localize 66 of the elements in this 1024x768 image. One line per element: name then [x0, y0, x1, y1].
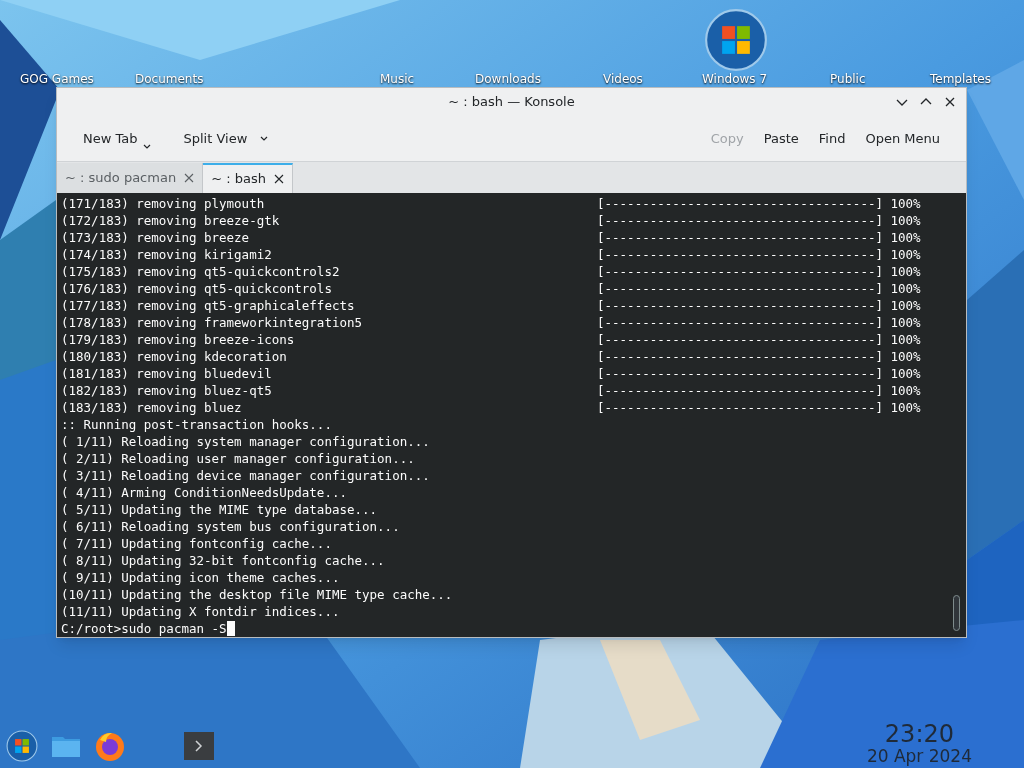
progress-bar-text: [------------------------------------] 100% [597, 348, 921, 365]
desktop-icon-label[interactable]: Public [830, 70, 866, 88]
terminal-line: ( 7/11) Updating fontconfig cache... [61, 535, 333, 552]
progress-bar-text: [------------------------------------] 100% [597, 382, 921, 399]
desktop-icon-label[interactable]: Templates [930, 70, 991, 88]
toolbar-button[interactable]: New Tab [75, 121, 160, 156]
terminal-line: (11/11) Updating X fontdir indices... [61, 603, 341, 620]
terminal-line: ( 3/11) Reloading device manager configuration... [61, 467, 431, 484]
progress-bar-text: [------------------------------------] 100% [597, 212, 921, 229]
progress-bar-text: [------------------------------------] 100% [597, 365, 921, 382]
clock-time[interactable]: 23:20 [884, 722, 954, 746]
text-cursor [226, 621, 235, 636]
terminal-line: :: Running post-transaction hooks... [61, 416, 333, 433]
start-button[interactable] [6, 730, 38, 762]
progress-bar-text: [------------------------------------] 100% [597, 331, 921, 348]
progress-bar-text: [------------------------------------] 100% [597, 297, 921, 314]
progress-bar-text: [------------------------------------] 100% [597, 229, 921, 246]
desktop-icon-label[interactable]: Videos [603, 70, 643, 88]
terminal-line: (180/183) removing kdecoration [61, 348, 288, 365]
terminal-line: (175/183) removing qt5-quickcontrols2 [61, 263, 341, 280]
terminal-line: (179/183) removing breeze-icons [61, 331, 296, 348]
terminal-line: (182/183) removing bluez-qt5 [61, 382, 273, 399]
desktop-icon-label[interactable]: Music [380, 70, 415, 88]
terminal-line: (178/183) removing frameworkintegration5 [61, 314, 364, 331]
terminal-line: ( 1/11) Reloading system manager configuration... [61, 433, 431, 450]
terminal-prompt: C:/root> [61, 620, 122, 637]
terminal-line: (183/183) removing bluez [61, 399, 243, 416]
toolbar-button[interactable]: Open Menu [857, 124, 948, 153]
terminal-line: ( 9/11) Updating icon theme caches... [61, 569, 341, 586]
clock-date[interactable]: 20 Apr 2024 [866, 748, 972, 765]
terminal-line: (10/11) Updating the desktop file MIME type cache... [61, 586, 454, 603]
progress-bar-text: [------------------------------------] 100% [597, 246, 921, 263]
desktop-icon-label[interactable]: Documents [135, 70, 204, 88]
fox-globe-icon[interactable] [94, 730, 126, 762]
terminal-line: ( 8/11) Updating 32-bit fontconfig cache... [61, 552, 386, 569]
tab[interactable]: ~ : sudo pacman [57, 163, 204, 193]
terminal-line: ( 5/11) Updating the MIME type database... [61, 501, 379, 518]
tab[interactable]: ~ : bash [203, 163, 293, 193]
terminal-line: ( 6/11) Reloading system bus configuration... [61, 518, 401, 535]
terminal-line: ( 4/11) Arming ConditionNeedsUpdate... [61, 484, 348, 501]
terminal-line: (174/183) removing kirigami2 [61, 246, 273, 263]
scrollbar-handle[interactable] [953, 595, 960, 631]
terminal-line: (177/183) removing qt5-graphicaleffects [61, 297, 356, 314]
toolbar-button[interactable]: Paste [755, 124, 807, 153]
progress-bar-text: [------------------------------------] 100% [597, 263, 921, 280]
terminal-input[interactable]: sudo pacman -S [121, 620, 227, 637]
terminal-line: (173/183) removing breeze [61, 229, 251, 246]
terminal-line: (181/183) removing bluedevil [61, 365, 273, 382]
toolbar-button[interactable]: Split View [175, 121, 278, 156]
progress-bar-text: [------------------------------------] 100% [597, 399, 921, 416]
progress-bar-text: [------------------------------------] 100% [597, 314, 921, 331]
terminal-icon[interactable] [184, 732, 214, 760]
progress-bar-text: [------------------------------------] 100% [597, 280, 921, 297]
desktop-icon-label[interactable]: Windows 7 [702, 70, 767, 88]
desktop-icon-label[interactable]: GOG Games [20, 70, 94, 88]
windows-logo-icon[interactable] [704, 8, 768, 72]
close-icon[interactable] [273, 174, 284, 184]
terminal-line: ( 2/11) Reloading user manager configuration... [61, 450, 416, 467]
desktop-icon-label[interactable]: Downloads [475, 70, 541, 88]
window-title: ~ : bash — Konsole [448, 93, 575, 112]
terminal-line: (176/183) removing qt5-quickcontrols [61, 280, 333, 297]
toolbar-button[interactable]: Find [810, 124, 854, 153]
progress-bar-text: [------------------------------------] 100% [597, 195, 921, 212]
terminal-line: (171/183) removing plymouth [61, 195, 266, 212]
terminal-line: (172/183) removing breeze-gtk [61, 212, 281, 229]
terminal-area[interactable] [57, 193, 966, 637]
